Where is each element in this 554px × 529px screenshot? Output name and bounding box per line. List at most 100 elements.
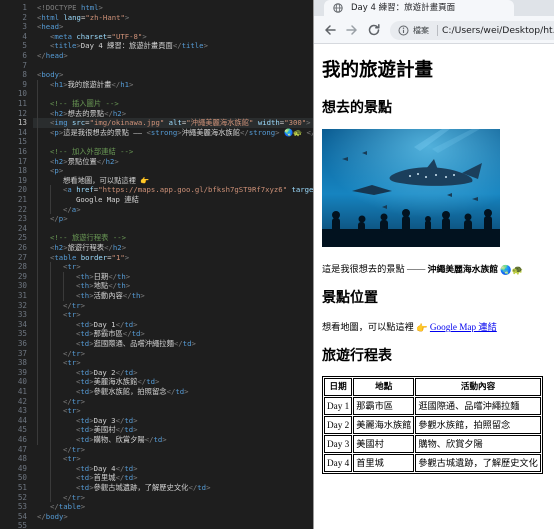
code-token: > <box>133 319 138 329</box>
code-line[interactable]: </table> <box>50 502 85 512</box>
code-token: th <box>117 271 126 281</box>
code-editor[interactable]: 1 2 3 4 5 6 7 8 9 10 11 12 13 14 15 16 17 18 19 20 21 22 23 24 2… <box>0 0 313 529</box>
code-line[interactable]: <table border="1"> <box>50 253 129 263</box>
reload-icon[interactable] <box>366 22 382 38</box>
code-line[interactable]: </tr> <box>63 445 85 455</box>
code-token: td <box>124 473 134 483</box>
code-line[interactable]: <td>逛國際通、品嚐沖繩拉麵</td> <box>76 339 196 349</box>
code-line[interactable]: <!-- 加入外部連結 --> <box>50 147 133 157</box>
line-number: 46 <box>17 435 27 444</box>
code-line[interactable]: <meta charset="UTF-8"> <box>50 32 147 42</box>
code-line[interactable]: <th>地點</th> <box>76 281 130 291</box>
line-number: 11 <box>17 99 27 108</box>
code-line[interactable]: <h2>景點位置</h2> <box>50 157 119 167</box>
code-line[interactable]: <p>這是我很想去的景點 —— <strong>沖繩美麗海水族館</strong… <box>50 128 313 138</box>
line-number: 20 <box>17 185 27 195</box>
forward-arrow-icon[interactable] <box>344 22 360 38</box>
code-line[interactable]: </tr> <box>63 301 85 311</box>
code-token: "UTF-8" <box>111 31 143 41</box>
code-token: 旅遊行程表 <box>67 243 105 252</box>
back-arrow-icon[interactable] <box>322 22 338 38</box>
section-heading-location: 景點位置 <box>322 290 378 306</box>
code-token: > <box>184 387 189 396</box>
code-line[interactable]: </body> <box>37 512 68 522</box>
code-line[interactable]: <tr> <box>63 310 81 320</box>
code-line[interactable]: <td>美麗海水族館</td> <box>76 377 159 387</box>
address-bar[interactable]: 檔案 C:/Users/wei/Desktop/ht... <box>390 21 554 40</box>
code-line[interactable]: <p> <box>50 166 63 176</box>
line-number: 40 <box>17 377 27 387</box>
line-number: 39 <box>17 367 27 377</box>
line-number: 30 <box>17 281 27 291</box>
code-line[interactable]: <!-- 插入圖片 --> <box>50 99 119 109</box>
code-line[interactable]: </tr> <box>63 349 85 359</box>
code-line[interactable]: <tr> <box>63 454 81 464</box>
code-line[interactable]: </tr> <box>63 397 85 407</box>
code-line[interactable]: <body> <box>37 70 63 80</box>
code-token: > <box>80 300 85 310</box>
code-line[interactable]: <h1>我的旅遊計畫</h1> <box>50 80 133 90</box>
line-number: 7 <box>22 60 27 70</box>
code-line[interactable]: <th>日期</th> <box>76 272 130 282</box>
browser-tab[interactable]: Day 4 練習：旅遊計畫頁面 <box>324 0 514 16</box>
code-line[interactable]: <td>Day 4</td> <box>76 464 138 474</box>
code-token: 日期 <box>93 271 109 281</box>
code-token: > <box>76 406 81 416</box>
code-line[interactable]: </p> <box>50 214 68 224</box>
code-line[interactable]: <tr> <box>63 262 81 272</box>
code-token: </ <box>137 377 147 387</box>
code-token: > <box>58 166 64 176</box>
code-token: td <box>80 377 90 387</box>
indent-guide <box>50 262 51 503</box>
code-line[interactable]: <td>美國村</td> <box>76 425 138 435</box>
code-line[interactable]: <td>那霸市區</td> <box>76 329 145 339</box>
code-line[interactable]: <tr> <box>63 358 81 368</box>
code-line[interactable]: <tr> <box>63 406 81 416</box>
table-cell: 參觀古城遺跡，了解歷史文化 <box>415 454 541 472</box>
code-line[interactable]: <th>活動內容</th> <box>76 291 145 301</box>
code-line[interactable]: <!DOCTYPE html> <box>37 3 103 13</box>
code-line[interactable]: <td>首里城</td> <box>76 473 138 483</box>
code-line[interactable]: </tr> <box>63 493 85 503</box>
code-line[interactable]: <!-- 旅遊行程表 --> <box>50 233 126 243</box>
table-cell: Day 1 <box>324 397 353 415</box>
code-line[interactable]: <h2>想去的景點</h2> <box>50 109 126 119</box>
code-line[interactable]: </head> <box>37 51 68 61</box>
code-line[interactable]: <img src="img/okinawa.jpg" alt="沖繩美麗海水族館… <box>50 118 311 128</box>
code-line[interactable]: <html lang="zh-Hant"> <box>37 13 129 23</box>
code-token: 景點位置 <box>67 156 97 166</box>
code-line[interactable]: <td>Day 1</td> <box>76 320 138 330</box>
page-viewport[interactable]: 我的旅遊計畫 想去的景點 這是我很想去的景點 —— 沖繩美麗海水族館 🌏🐢 景點… <box>314 45 554 529</box>
code-token: tr <box>71 444 81 454</box>
destination-name: 沖繩美麗海水族館 <box>427 265 499 275</box>
indent-guide <box>37 79 38 445</box>
code-line[interactable]: <a href="https://maps.app.goo.gl/bfksh7g… <box>63 185 313 195</box>
google-map-link[interactable]: Google Map 連結 <box>430 322 497 332</box>
code-token: </ <box>108 271 117 281</box>
code-token: > <box>80 348 85 358</box>
code-line[interactable]: <td>Day 2</td> <box>76 368 138 378</box>
info-icon[interactable] <box>398 25 409 36</box>
line-number: 19 <box>17 175 27 185</box>
line-number: 13 <box>17 118 27 128</box>
code-line[interactable]: 想看地圖，可以點這裡 👉 <box>63 176 149 186</box>
code-line[interactable]: <td>Day 3</td> <box>76 416 138 426</box>
code-line[interactable]: <td>購物、欣賞夕陽</td> <box>76 435 167 445</box>
code-token: "https://maps.app.goo.gl/bfksh7gST9Rf7xy… <box>98 185 288 195</box>
table-header-cell: 活動內容 <box>415 378 541 396</box>
code-line[interactable]: Google Map 連結 <box>76 195 139 205</box>
line-number: 22 <box>17 204 27 214</box>
code-token: tr <box>71 300 81 310</box>
globe-icon <box>333 3 343 13</box>
table-row: Day 4 首里城 參觀古城遺跡，了解歷史文化 <box>324 454 541 472</box>
code-line[interactable]: <td>參觀古城遺跡，了解歷史文化</td> <box>76 483 210 493</box>
code-token: td <box>80 483 90 492</box>
address-url[interactable]: C:/Users/wei/Desktop/ht... <box>442 24 554 37</box>
line-number: 44 <box>17 415 27 425</box>
code-line[interactable]: <title>Day 4 練習：旅遊計畫頁面</title> <box>50 41 208 51</box>
code-token: h2 <box>54 156 64 166</box>
code-line[interactable]: </a> <box>63 205 81 215</box>
code-line[interactable]: <h2>旅遊行程表</h2> <box>50 243 126 253</box>
code-line[interactable]: <head> <box>37 22 63 32</box>
code-line[interactable]: <td>參觀水族館，拍照留念</td> <box>76 387 189 397</box>
